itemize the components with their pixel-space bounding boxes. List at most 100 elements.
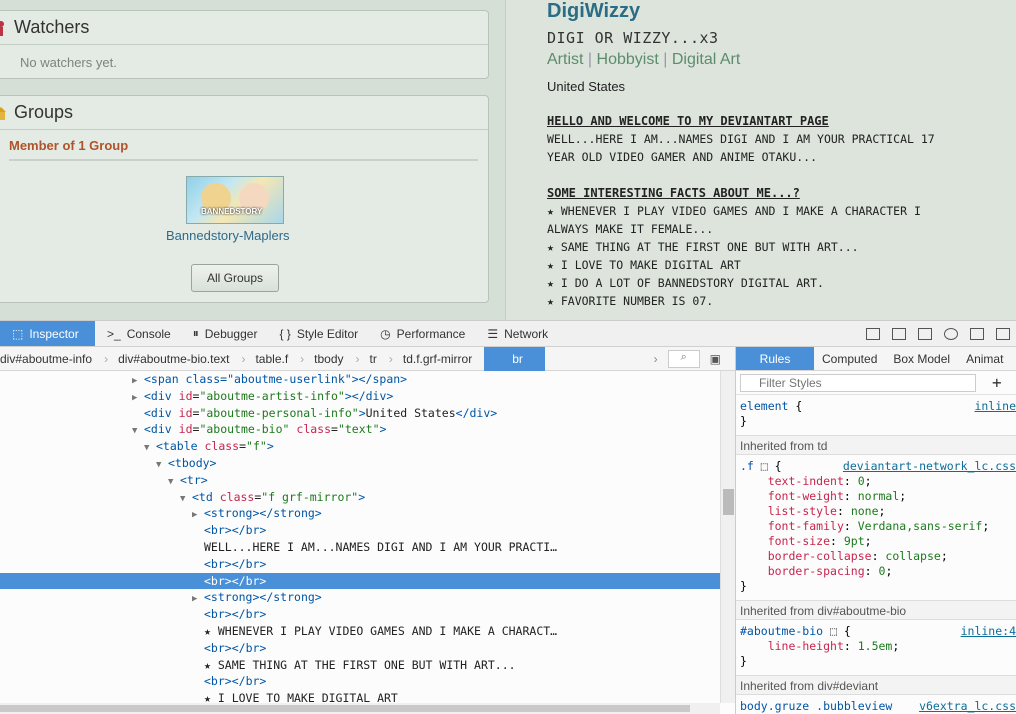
markup-line[interactable]: ▶ <strong></strong>: [0, 505, 720, 522]
devtools-panel: ⬚ Inspector >_ Console ⏸ Debugger { } Style …: [0, 320, 1016, 714]
watchers-title: Watchers: [14, 17, 90, 37]
inherited-header: Inherited from div#deviant: [736, 675, 1016, 695]
add-rule-icon[interactable]: +: [992, 373, 1002, 392]
markup-line[interactable]: <br></br>: [0, 673, 720, 690]
rule-body: body.gruze .bubbleview v6extra_lc.css: [736, 695, 1016, 714]
rule-selector: body.gruze .bubbleview: [740, 699, 893, 713]
watchers-header: Watchers: [0, 11, 488, 45]
markup-line[interactable]: ▶ <span class="aboutme-userlink"></span>: [0, 371, 720, 388]
performance-icon: ◷: [380, 326, 391, 341]
group-avatar[interactable]: BANNEDSTORY: [186, 176, 284, 224]
markup-line[interactable]: WELL...HERE I AM...NAMES DIGI AND I AM Y…: [0, 539, 720, 556]
tab-console[interactable]: >_ Console: [95, 321, 181, 346]
css-declaration[interactable]: line-height: 1.5em;: [736, 639, 1016, 654]
dock-side-icon[interactable]: [970, 327, 984, 340]
breadcrumb-item[interactable]: td.f.grf-mirror: [389, 352, 484, 366]
markup-vertical-scrollbar[interactable]: [720, 371, 735, 703]
markup-line[interactable]: <br></br>: [0, 640, 720, 657]
tab-computed[interactable]: Computed: [814, 347, 885, 370]
page-content: Watchers No watchers yet. Groups Member …: [0, 0, 1016, 320]
markup-horizontal-scrollbar[interactable]: [0, 703, 720, 714]
breadcrumb-item[interactable]: div#aboutme-info: [0, 352, 104, 366]
markup-line[interactable]: <br></br>: [0, 556, 720, 573]
markup-line[interactable]: ▶ <div id="aboutme-artist-info"></div>: [0, 388, 720, 405]
breadcrumb-item[interactable]: tbody: [300, 352, 355, 366]
group-name-link[interactable]: Bannedstory-Maplers: [166, 228, 290, 243]
role-artist: Artist: [547, 51, 584, 68]
search-icon[interactable]: ⌕: [667, 349, 700, 368]
undock-icon[interactable]: [996, 327, 1010, 340]
bio-line: ★ SAME THING AT THE FIRST ONE BUT WITH A…: [547, 240, 859, 254]
css-declaration[interactable]: font-weight: normal;: [736, 489, 1016, 504]
css-declaration[interactable]: border-spacing: 0;: [736, 564, 1016, 579]
tab-network[interactable]: ☰ Network: [475, 321, 558, 346]
responsive-mode-icon[interactable]: [866, 327, 880, 340]
tab-box-model[interactable]: Box Model: [885, 347, 958, 370]
gear-icon[interactable]: [944, 327, 958, 340]
markup-line[interactable]: <div id="aboutme-personal-info">United S…: [0, 405, 720, 422]
groups-box: Groups Member of 1 Group BANNEDSTORY Ban…: [0, 95, 489, 303]
rule-f: .f ⬚ {deviantart-network_lc.css text-ind…: [736, 455, 1016, 594]
bio-spacer: [547, 166, 987, 184]
css-declaration[interactable]: list-style: none;: [736, 504, 1016, 519]
tab-inspector[interactable]: ⬚ Inspector: [0, 321, 95, 346]
tab-rules[interactable]: Rules: [736, 347, 814, 370]
rule-selector: #aboutme-bio: [740, 624, 824, 638]
style-editor-icon: { }: [279, 326, 291, 341]
markup-line[interactable]: ▼ <tbody>: [0, 455, 720, 472]
css-declaration[interactable]: font-family: Verdana,sans-serif;: [736, 519, 1016, 534]
breadcrumb-item-selected[interactable]: br: [484, 346, 545, 371]
markup-line[interactable]: ▶ <strong></strong>: [0, 589, 720, 606]
markup-line[interactable]: ▼ <tr>: [0, 472, 720, 489]
breadcrumb-controls: › ⌕ ▣: [654, 349, 735, 368]
markup-line[interactable]: ▼ <td class="f grf-mirror">: [0, 489, 720, 506]
profile-tagline: DIGI OR WIZZY...x3: [547, 29, 719, 47]
inspector-icon: ⬚: [12, 326, 24, 341]
watch-icon: [0, 21, 4, 36]
groups-title: Groups: [14, 102, 74, 122]
filter-styles-input[interactable]: [740, 373, 976, 392]
username[interactable]: DigiWizzy: [547, 0, 1016, 23]
breadcrumb: div#aboutme-info div#aboutme-bio.text ta…: [0, 346, 735, 371]
scratchpad-icon[interactable]: [918, 327, 932, 340]
css-declaration[interactable]: font-size: 9pt;: [736, 534, 1016, 549]
inherited-header: Inherited from td: [736, 435, 1016, 455]
markup-line[interactable]: ★ WHENEVER I PLAY VIDEO GAMES AND I MAKE…: [0, 623, 720, 640]
watchers-box: Watchers No watchers yet.: [0, 10, 489, 79]
tab-performance[interactable]: ◷ Performance: [368, 321, 475, 346]
markup-view[interactable]: ▶ <span class="aboutme-userlink"></span> ▶…: [0, 371, 720, 703]
markup-line[interactable]: ▼ <table class="f">: [0, 438, 720, 455]
rule-source: inline:4: [960, 624, 1016, 638]
pick-element-icon[interactable]: ▣: [710, 352, 721, 366]
bio-line: ★ I LOVE TO MAKE DIGITAL ART: [547, 258, 741, 272]
css-declaration[interactable]: border-collapse: collapse;: [736, 549, 1016, 564]
markup-line-selected[interactable]: <br></br>: [0, 572, 720, 590]
breadcrumb-item[interactable]: tr: [356, 352, 389, 366]
css-declaration[interactable]: text-indent: 0;: [736, 474, 1016, 489]
scrollbar-thumb[interactable]: [723, 489, 734, 515]
inherited-header: Inherited from div#aboutme-bio: [736, 600, 1016, 620]
rule-source[interactable]: v6extra_lc.css: [919, 699, 1016, 714]
scrollbar-thumb[interactable]: [0, 705, 690, 712]
tab-animations[interactable]: Animat: [958, 347, 1011, 370]
all-groups-button[interactable]: All Groups: [191, 264, 279, 292]
bio-line: ★ FAVORITE NUMBER IS 07.: [547, 294, 714, 308]
breadcrumb-item[interactable]: table.f: [241, 352, 300, 366]
tab-debugger[interactable]: ⏸ Debugger: [181, 321, 268, 346]
house-icon: [0, 107, 6, 120]
markup-line[interactable]: <br></br>: [0, 606, 720, 623]
screenshot-icon[interactable]: [892, 327, 906, 340]
markup-line[interactable]: ▼ <div id="aboutme-bio" class="text">: [0, 421, 720, 438]
watchers-empty-text: No watchers yet.: [20, 55, 117, 70]
markup-line[interactable]: <br></br>: [0, 522, 720, 539]
rule-aboutme-bio: #aboutme-bio ⬚ {inline:4 line-height: 1.…: [736, 620, 1016, 669]
chevron-right-icon[interactable]: ›: [654, 352, 658, 366]
separator: |: [663, 51, 668, 68]
markup-line[interactable]: ★ I LOVE TO MAKE DIGITAL ART: [0, 690, 720, 703]
rule-source[interactable]: inline: [974, 399, 1016, 414]
bio-heading-welcome: HELLO AND WELCOME TO MY DEVIANTART PAGE: [547, 114, 829, 128]
tab-style-editor[interactable]: { } Style Editor: [267, 321, 368, 346]
profile-panel: DigiWizzy DIGI OR WIZZY...x3 Artist | Ho…: [505, 0, 1016, 320]
breadcrumb-item[interactable]: div#aboutme-bio.text: [104, 352, 241, 366]
markup-line[interactable]: ★ SAME THING AT THE FIRST ONE BUT WITH A…: [0, 657, 720, 674]
